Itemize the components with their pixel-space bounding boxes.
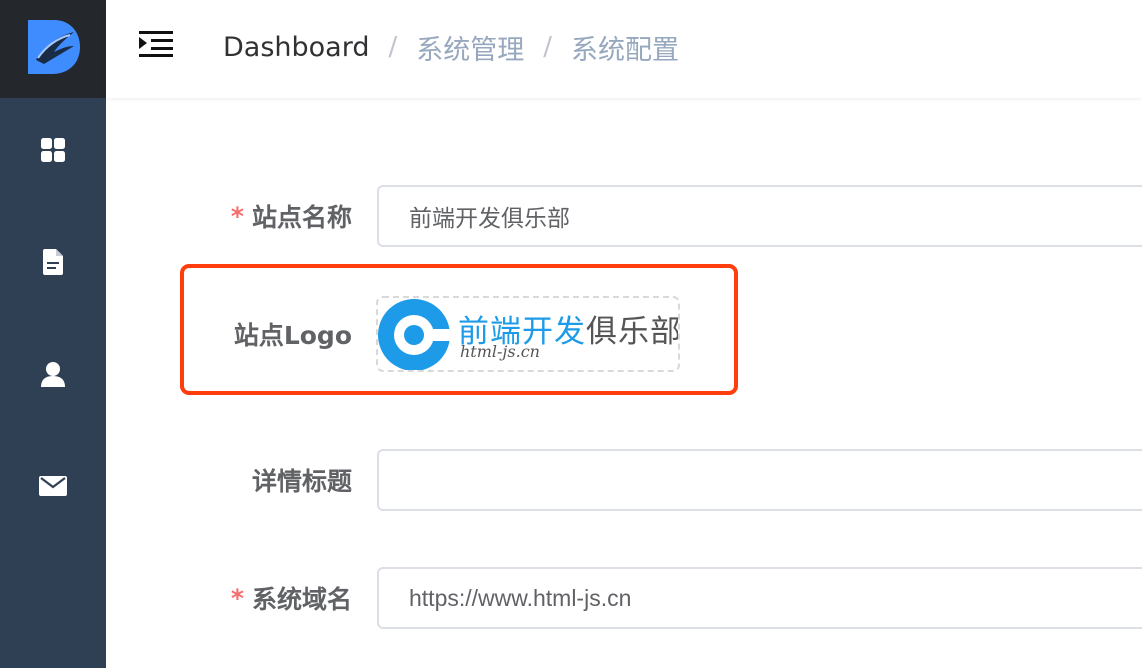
required-star: * [230,583,244,613]
breadcrumb: Dashboard / 系统管理 / 系统配置 [223,0,679,94]
sidebar [0,0,106,668]
breadcrumb-dashboard[interactable]: Dashboard [223,32,369,63]
menu-fold-icon [139,30,173,62]
domain-input[interactable]: https://www.html-js.cn [377,567,1142,629]
brand-d-logo-icon [24,16,82,82]
menu-toggle-button[interactable] [136,28,176,64]
breadcrumb-system-config: 系统配置 [571,34,680,66]
logo-area[interactable] [0,0,106,98]
required-star: * [230,201,244,231]
sidebar-item-documents[interactable] [0,234,106,294]
sidebar-item-mail[interactable] [0,458,106,518]
site-name-label: * 站点名称 [230,201,352,233]
sidebar-item-dashboard[interactable] [0,122,106,182]
domain-label: * 系统域名 [230,583,352,615]
logo-uploader[interactable]: 前端开发俱乐部 html-js.cn [376,296,680,372]
sidebar-item-user[interactable] [0,346,106,406]
breadcrumb-separator: / [543,32,553,62]
document-icon [42,249,64,279]
breadcrumb-system-management[interactable]: 系统管理 [416,28,524,67]
top-navbar: Dashboard / 系统管理 / 系统配置 [106,0,1142,98]
breadcrumb-separator: / [388,32,398,62]
detail-title-input[interactable] [377,449,1142,511]
detail-title-label: 详情标题 [251,467,352,496]
user-icon [40,361,66,391]
site-name-input[interactable]: 前端开发俱乐部 [377,185,1142,247]
mail-icon [38,475,68,501]
dashboard-grid-icon [40,137,66,167]
logo-text-en: html-js.cn [460,342,540,361]
